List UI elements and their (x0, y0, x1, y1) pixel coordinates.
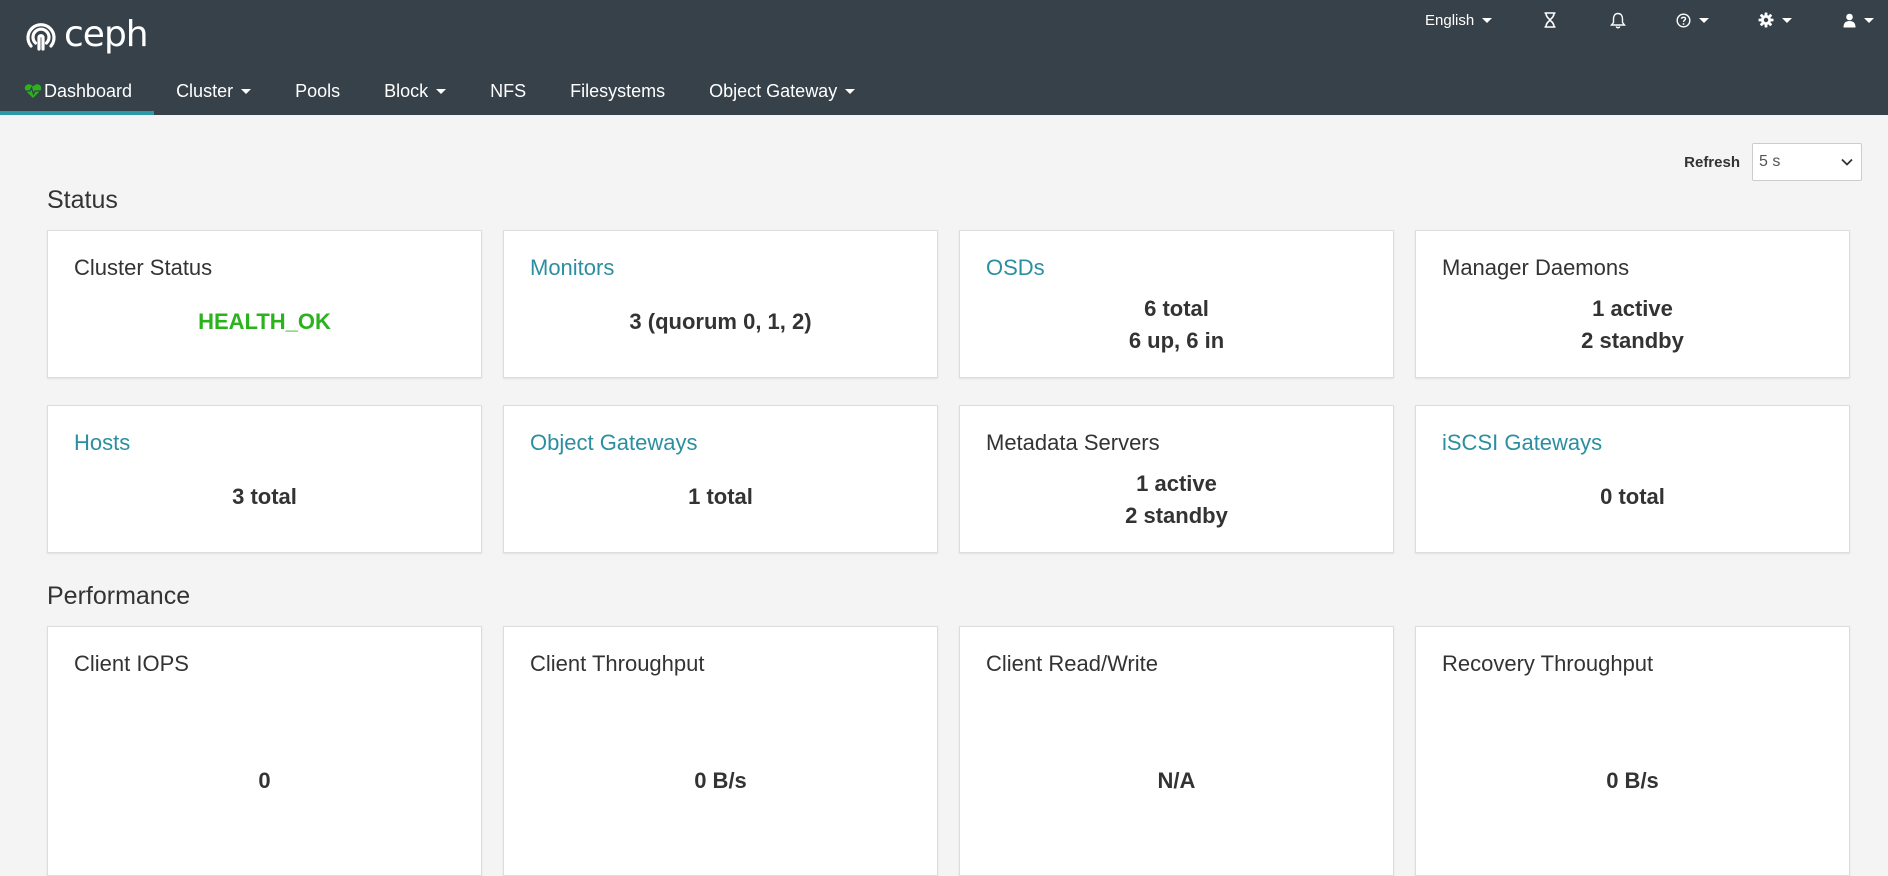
nav-filesystems-label: Filesystems (570, 80, 666, 101)
refresh-label: Refresh (1684, 153, 1740, 171)
user-menu-button[interactable] (1843, 0, 1874, 40)
osds-up-in-value: 6 up, 6 in (1128, 328, 1225, 353)
user-icon (1843, 13, 1856, 27)
hosts-link[interactable]: Hosts (74, 430, 130, 456)
chevron-down-icon (1782, 17, 1792, 23)
metadata-servers-card: Metadata Servers 1 active 2 standby (959, 405, 1394, 553)
language-selector[interactable]: English (1425, 0, 1493, 40)
nav-block-label: Block (384, 80, 429, 101)
chevron-down-icon (436, 88, 447, 94)
chevron-down-icon (1699, 17, 1709, 23)
iscsi-gateways-link[interactable]: iSCSI Gateways (1442, 430, 1602, 456)
chevron-down-icon (845, 88, 856, 94)
hourglass-icon (1544, 12, 1556, 28)
object-gateways-link[interactable]: Object Gateways (530, 430, 698, 456)
iscsi-gateways-card: iSCSI Gateways 0 total (1415, 405, 1850, 553)
object-gateways-value: 1 total (688, 484, 753, 509)
osds-card: OSDs 6 total 6 up, 6 in (959, 230, 1394, 378)
notifications-button[interactable] (1610, 0, 1626, 40)
recovery-throughput-title: Recovery Throughput (1442, 651, 1654, 676)
performance-section-title: Performance (47, 582, 191, 610)
bell-icon (1610, 12, 1626, 28)
nav-filesystems[interactable]: Filesystems (548, 70, 687, 112)
cluster-health-value: HEALTH_OK (198, 309, 331, 334)
client-read-write-card: Client Read/Write N/A (959, 626, 1394, 876)
status-section-title: Status (47, 186, 118, 214)
nav-block[interactable]: Block (362, 70, 468, 112)
hosts-value: 3 total (232, 484, 297, 509)
recovery-throughput-value: 0 B/s (1606, 768, 1659, 793)
nav-cluster[interactable]: Cluster (154, 70, 273, 112)
client-read-write-title: Client Read/Write (986, 651, 1158, 676)
refresh-interval-value: 5 s (1759, 153, 1781, 170)
object-gateways-card: Object Gateways 1 total (503, 405, 938, 553)
metadata-servers-title: Metadata Servers (986, 430, 1160, 455)
chevron-down-icon (1864, 17, 1874, 23)
nav-dashboard-label: Dashboard (44, 80, 133, 101)
refresh-interval-select[interactable]: 5 s (1752, 143, 1862, 181)
main-nav: Dashboard Cluster Pools Block NFS Filesy… (0, 70, 877, 115)
chevron-down-icon (241, 88, 252, 94)
mds-active-value: 1 active (1136, 471, 1217, 496)
manager-active-value: 1 active (1592, 296, 1673, 321)
client-throughput-title: Client Throughput (530, 651, 705, 676)
chevron-down-icon (1841, 158, 1853, 166)
mds-standby-value: 2 standby (1125, 503, 1228, 528)
iscsi-gateways-value: 0 total (1600, 484, 1665, 509)
chevron-down-icon (1482, 17, 1493, 23)
cluster-status-card: Cluster Status HEALTH_OK (47, 230, 482, 378)
osds-total-value: 6 total (1144, 296, 1209, 321)
manager-daemons-title: Manager Daemons (1442, 255, 1630, 280)
top-navbar: ceph English Dashboard Cluster Pools Blo… (0, 0, 1888, 115)
ceph-logo[interactable]: ceph (24, 14, 149, 55)
nav-dashboard[interactable]: Dashboard (0, 70, 155, 115)
hosts-card: Hosts 3 total (47, 405, 482, 553)
monitors-link[interactable]: Monitors (530, 255, 614, 281)
recovery-throughput-card: Recovery Throughput 0 B/s (1415, 626, 1850, 876)
language-label: English (1425, 11, 1475, 29)
monitors-card: Monitors 3 (quorum 0, 1, 2) (503, 230, 938, 378)
nav-pools[interactable]: Pools (273, 70, 362, 112)
monitors-value: 3 (quorum 0, 1, 2) (629, 309, 812, 334)
settings-menu-button[interactable] (1758, 0, 1792, 40)
help-icon (1676, 12, 1691, 28)
client-throughput-card: Client Throughput 0 B/s (503, 626, 938, 876)
cluster-status-title: Cluster Status (74, 255, 213, 280)
osds-link[interactable]: OSDs (986, 255, 1045, 281)
heartbeat-icon (24, 84, 42, 98)
client-throughput-value: 0 B/s (694, 768, 747, 793)
client-iops-value: 0 (258, 768, 271, 793)
client-read-write-value: N/A (1157, 768, 1196, 793)
nav-object-gateway-label: Object Gateway (709, 80, 838, 101)
brand-name: ceph (64, 14, 149, 55)
ceph-logo-icon (26, 22, 56, 51)
nav-nfs[interactable]: NFS (468, 70, 548, 112)
nav-pools-label: Pools (295, 80, 341, 101)
manager-daemons-card: Manager Daemons 1 active 2 standby (1415, 230, 1850, 378)
client-iops-title: Client IOPS (74, 651, 189, 676)
nav-object-gateway[interactable]: Object Gateway (687, 70, 877, 112)
manager-standby-value: 2 standby (1581, 328, 1684, 353)
background-tasks-button[interactable] (1543, 0, 1557, 40)
nav-nfs-label: NFS (490, 80, 527, 101)
help-menu-button[interactable] (1676, 0, 1709, 40)
refresh-control: Refresh 5 s (1684, 143, 1862, 181)
nav-cluster-label: Cluster (176, 80, 234, 101)
client-iops-card: Client IOPS 0 (47, 626, 482, 876)
gear-icon (1758, 12, 1774, 28)
